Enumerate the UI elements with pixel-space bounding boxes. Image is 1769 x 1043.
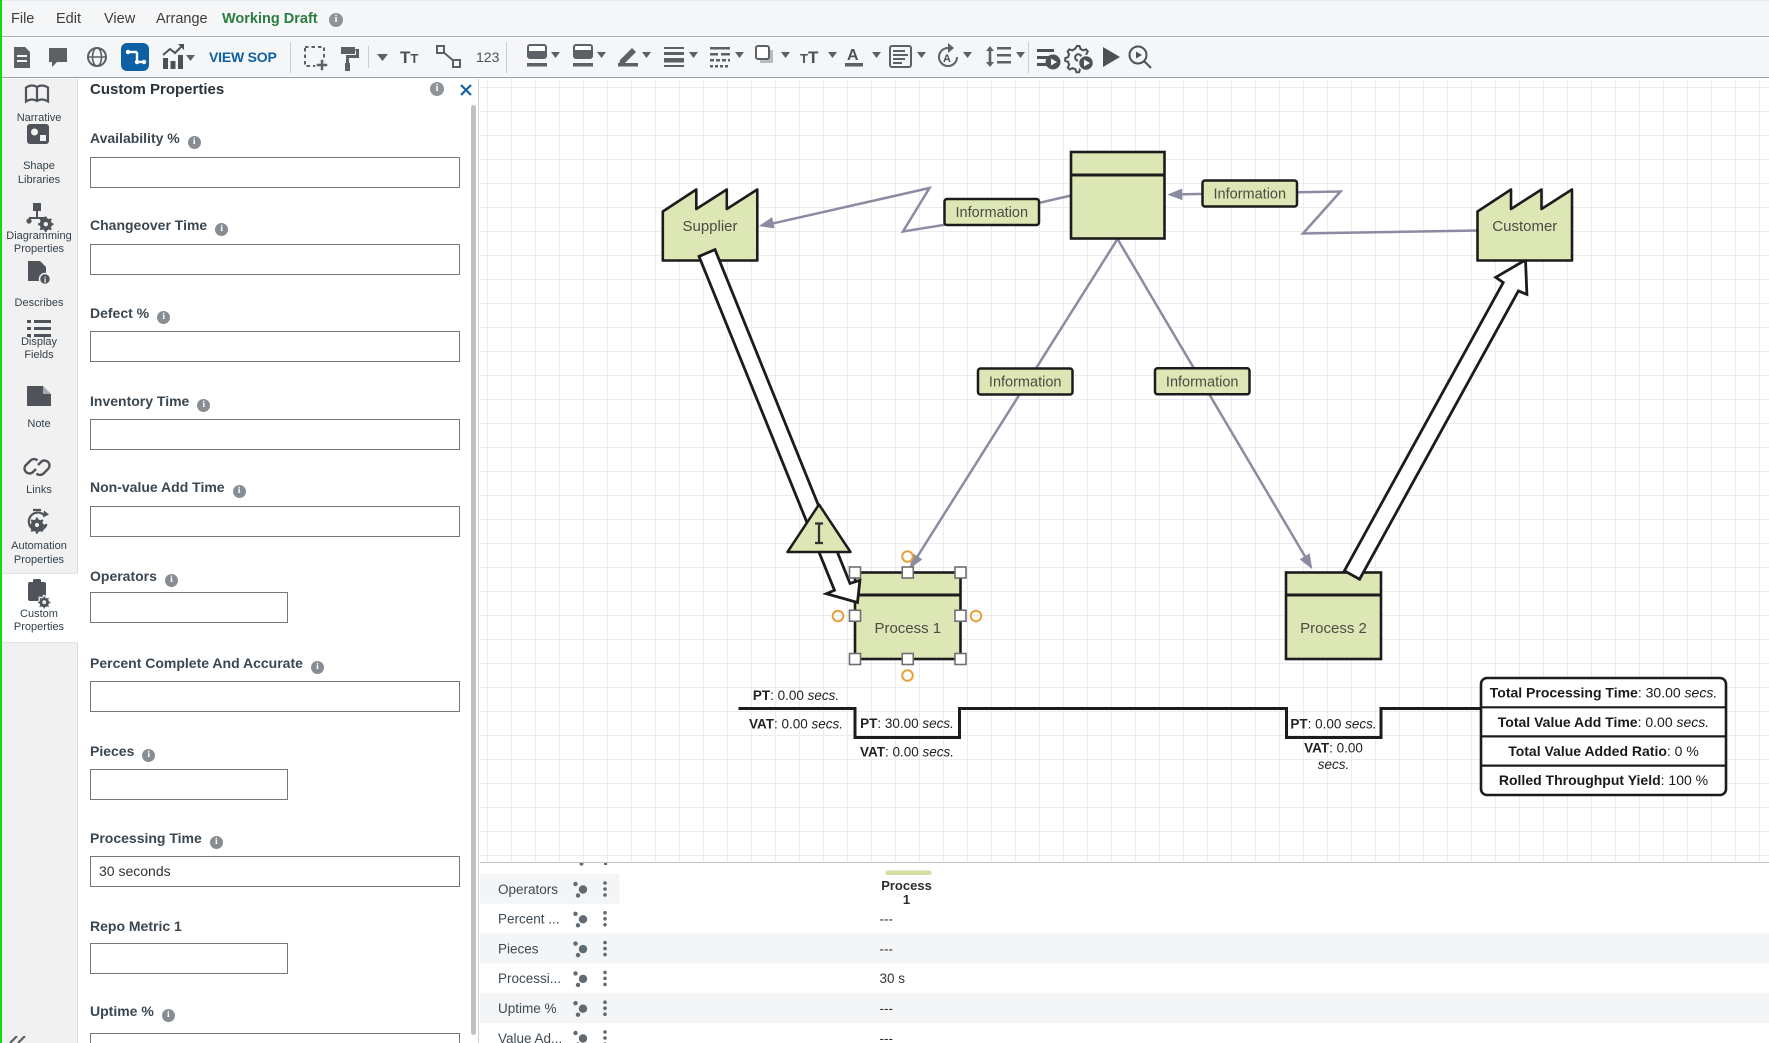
svg-text:Information: Information [1214,187,1287,203]
svg-text:Information: Information [956,205,1029,221]
svg-text:PT: 0.00 secs.: PT: 0.00 secs. [753,688,839,703]
svg-text:Total Processing Time: 30.00 s: Total Processing Time: 30.00 secs. [1490,685,1717,701]
svg-text:VAT: 0.00 secs.: VAT: 0.00 secs. [860,745,954,760]
svg-text:VAT: 0.00: VAT: 0.00 [1304,741,1363,756]
svg-text:Process 2: Process 2 [1300,620,1367,637]
svg-text:---: --- [880,912,894,927]
svg-text:---: --- [880,941,894,956]
svg-text:Total Value Add Time: 0.00 sec: Total Value Add Time: 0.00 secs. [1498,714,1709,730]
svg-text:123: 123 [476,49,500,65]
svg-text:PT: 30.00 secs.: PT: 30.00 secs. [860,716,954,731]
svg-text:Uptime %: Uptime % [498,1001,557,1016]
svg-text:Supplier: Supplier [682,218,737,235]
svg-text:Operators: Operators [498,882,558,897]
svg-text:---: --- [880,1001,894,1016]
svg-text:A: A [847,47,859,64]
svg-text:Process: Process [881,878,932,893]
svg-text:Rolled Throughput Yield: 100 %: Rolled Throughput Yield: 100 % [1499,772,1708,788]
svg-text:Value Ad...: Value Ad... [498,1031,562,1043]
svg-text:Processi...: Processi... [498,971,561,986]
svg-text:Information: Information [1166,374,1239,390]
svg-text:A: A [943,53,951,65]
svg-text:TT: TT [800,48,819,67]
svg-text:Pieces: Pieces [498,941,539,956]
svg-text:secs.: secs. [1318,757,1350,772]
svg-text:TT: TT [400,48,418,67]
svg-text:Process 1: Process 1 [874,620,941,637]
svg-text:30 s: 30 s [880,971,906,986]
svg-text:VIEW SOP: VIEW SOP [209,49,277,65]
svg-text:Information: Information [989,375,1062,391]
svg-text:---: --- [880,1031,894,1043]
svg-text:Customer: Customer [1492,218,1557,235]
svg-text:Percent ...: Percent ... [498,912,560,927]
svg-text:VAT: 0.00 secs.: VAT: 0.00 secs. [749,717,843,732]
svg-text:1: 1 [903,892,910,907]
svg-text:PT: 0.00 secs.: PT: 0.00 secs. [1290,717,1376,732]
svg-text:Total Value Added Ratio: 0 %: Total Value Added Ratio: 0 % [1508,743,1699,759]
